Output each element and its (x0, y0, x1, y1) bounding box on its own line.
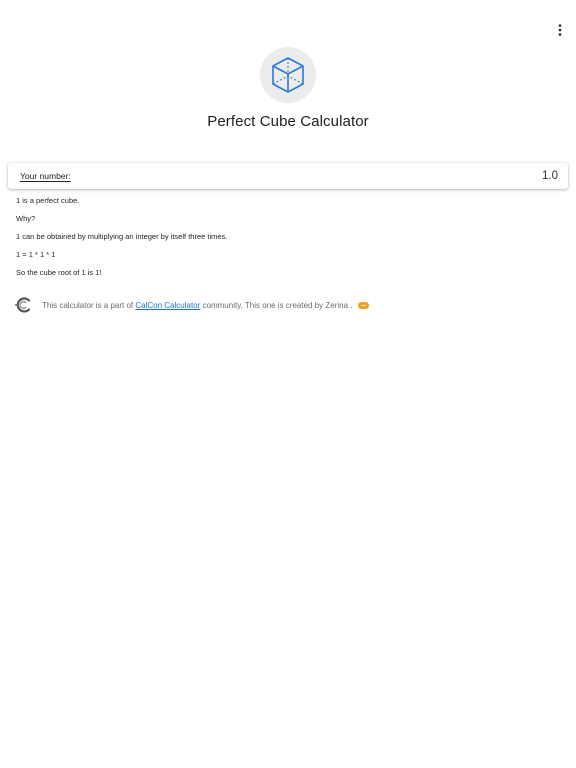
more-options-button[interactable] (552, 20, 568, 40)
footer-text-before: This calculator is a part of (42, 300, 136, 310)
footer-text: This calculator is a part of CalCon Calc… (42, 301, 369, 310)
calcon-logo-icon (15, 297, 31, 313)
number-input[interactable] (478, 170, 558, 182)
page-title: Perfect Cube Calculator (207, 113, 369, 130)
result-line: 1 can be obtained by multiplying an inte… (16, 232, 228, 241)
number-input-label: Your number: (20, 171, 71, 181)
calcon-link[interactable]: CalCon Calculator (135, 301, 200, 310)
result-line: So the cube root of 1 is 1! (16, 268, 102, 277)
more-vert-icon (558, 24, 562, 36)
cube-icon (272, 57, 304, 93)
footer: This calculator is a part of CalCon Calc… (14, 297, 369, 313)
result-line: Why? (16, 214, 36, 223)
results: 1 is a perfect cube. Why? 1 can be obtai… (16, 197, 227, 287)
footer-text-after: community. This one is created by Zerina… (200, 300, 353, 310)
page: Perfect Cube Calculator Your number: 1 i… (0, 0, 576, 768)
hero-icon-circle (260, 47, 316, 103)
hero: Perfect Cube Calculator (0, 47, 576, 130)
number-input-card[interactable]: Your number: (8, 163, 568, 189)
author-badge-icon (357, 301, 369, 309)
result-line: 1 = 1 * 1 * 1 (16, 250, 56, 259)
result-line: 1 is a perfect cube. (16, 196, 80, 205)
